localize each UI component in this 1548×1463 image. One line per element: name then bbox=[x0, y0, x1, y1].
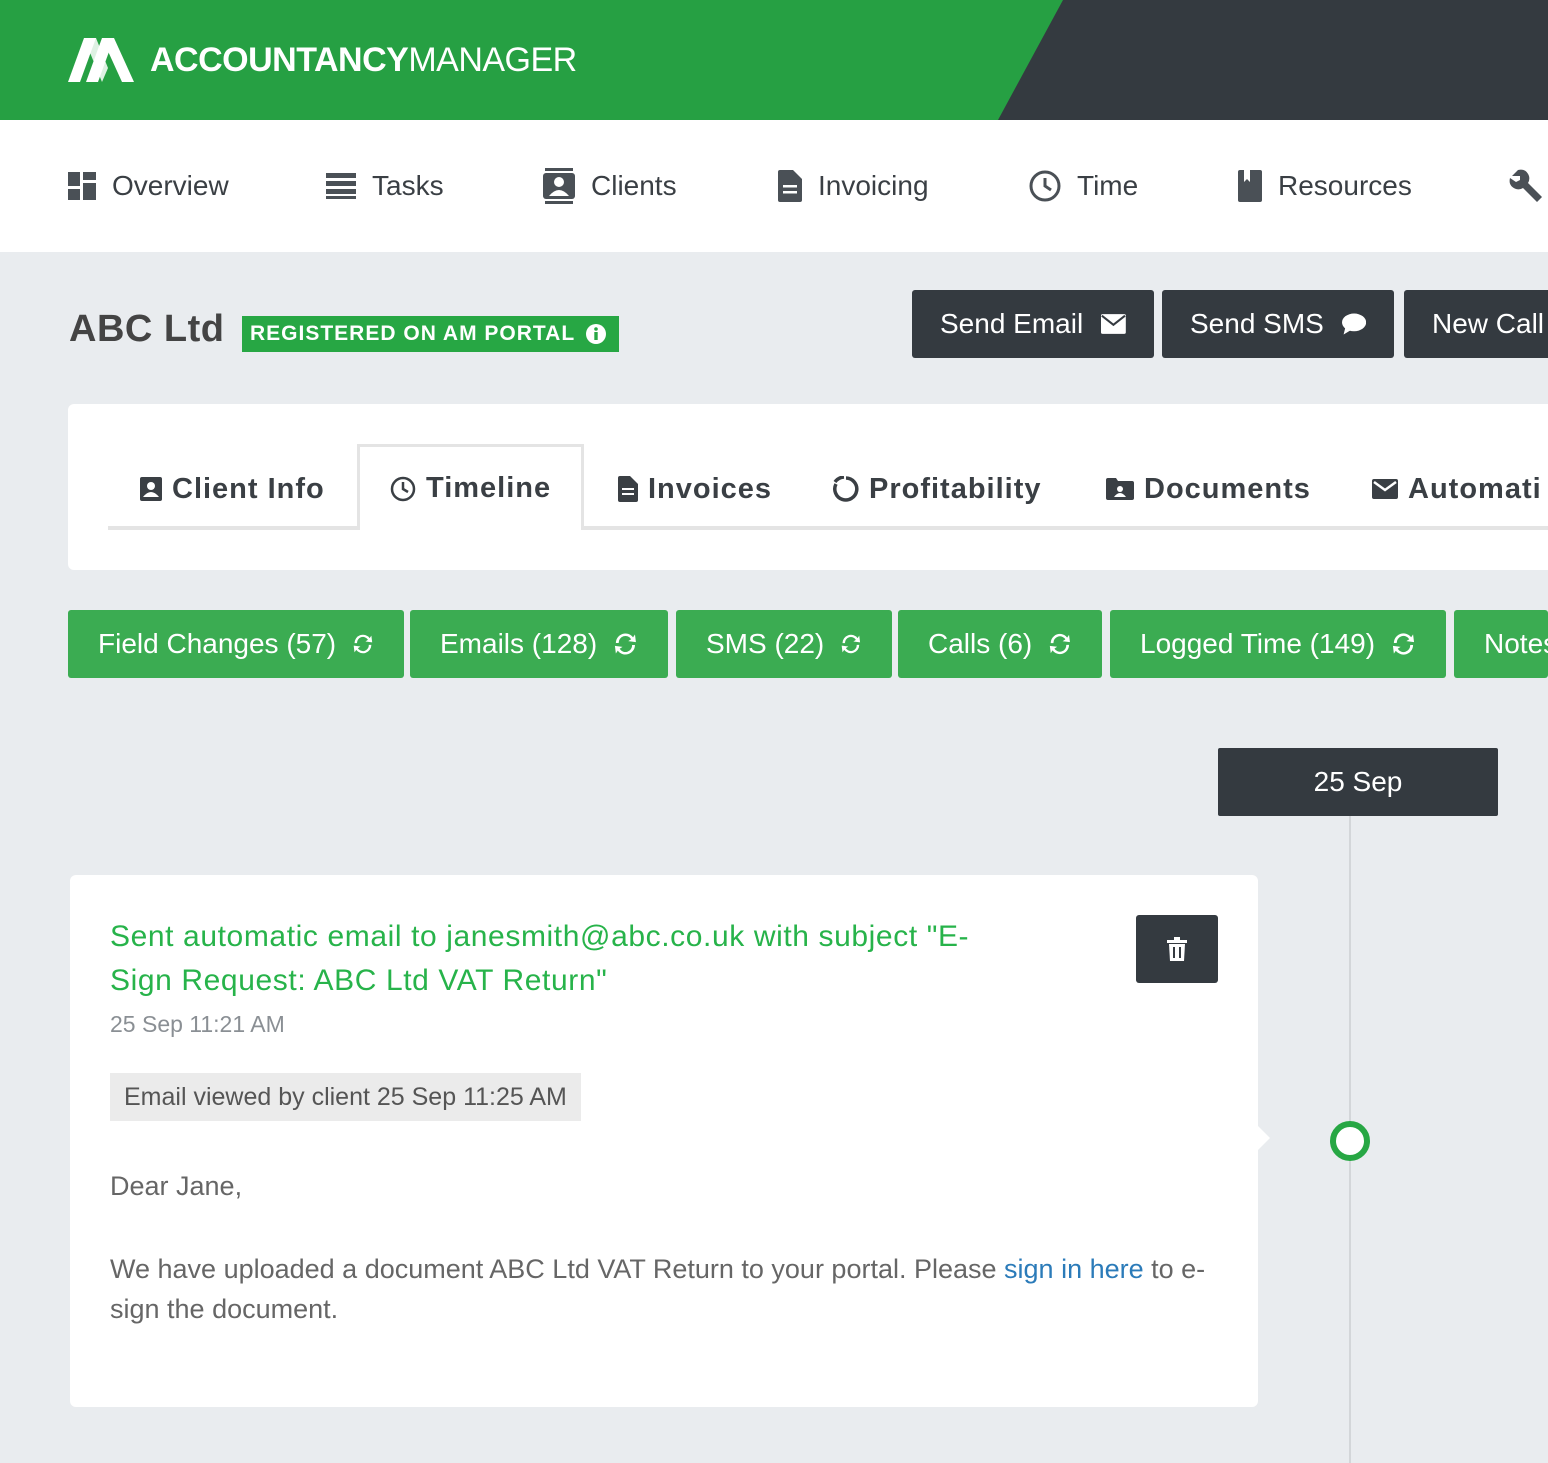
nav-resources[interactable]: Resources bbox=[1238, 120, 1412, 252]
entry-timestamp: 25 Sep 11:21 AM bbox=[110, 1011, 285, 1037]
tab-label: Invoices bbox=[648, 472, 773, 505]
tab-label: Documents bbox=[1144, 472, 1311, 505]
tab-profitability[interactable]: Profitability bbox=[833, 448, 1042, 530]
pie-icon bbox=[833, 476, 859, 502]
timeline-entry-card: Sent automatic email to janesmith@abc.co… bbox=[70, 875, 1258, 1407]
info-icon bbox=[586, 324, 607, 344]
app-logo[interactable]: ACCOUNTANCYMANAGER bbox=[68, 38, 577, 82]
nav-time[interactable]: Time bbox=[1029, 120, 1138, 252]
id-card-icon bbox=[140, 477, 162, 501]
badge-label: REGISTERED ON AM PORTAL bbox=[250, 322, 576, 345]
filter-sms[interactable]: SMS (22) bbox=[676, 610, 892, 678]
clock-icon bbox=[390, 476, 416, 501]
nav-clients[interactable]: Clients bbox=[543, 120, 677, 252]
main-nav: Overview Tasks Clients Invoicing Time Re… bbox=[0, 120, 1548, 252]
nav-overview[interactable]: Overview bbox=[68, 120, 229, 252]
tab-client-info[interactable]: Client Info bbox=[140, 448, 325, 530]
email-body: We have uploaded a document ABC Ltd VAT … bbox=[110, 1249, 1220, 1329]
filter-label: Emails (128) bbox=[440, 628, 598, 659]
send-email-button[interactable]: Send Email bbox=[912, 290, 1154, 358]
portal-status-badge[interactable]: REGISTERED ON AM PORTAL bbox=[242, 316, 620, 352]
email-body-text: We have uploaded a document ABC Ltd VAT … bbox=[110, 1254, 1005, 1284]
list-icon bbox=[326, 173, 356, 199]
filter-logged-time[interactable]: Logged Time (149) bbox=[1110, 610, 1446, 678]
filter-notes[interactable]: Notes bbox=[1454, 610, 1548, 678]
logo-light: MANAGER bbox=[408, 40, 577, 79]
tab-label: Profitability bbox=[869, 472, 1042, 505]
tab-label: Timeline bbox=[426, 472, 552, 504]
client-name: ABC Ltd bbox=[69, 308, 225, 350]
refresh-icon bbox=[1392, 633, 1415, 655]
tab-timeline[interactable]: Timeline bbox=[357, 444, 585, 530]
nav-label: Overview bbox=[112, 170, 229, 201]
tab-automation[interactable]: Automati bbox=[1372, 448, 1542, 530]
nav-label: Invoicing bbox=[818, 170, 929, 201]
nav-label: Resources bbox=[1278, 170, 1412, 201]
am-logo-icon bbox=[68, 38, 134, 82]
logo-text: ACCOUNTANCYMANAGER bbox=[150, 41, 577, 80]
document-icon bbox=[778, 170, 802, 202]
new-call-button[interactable]: New Call bbox=[1404, 290, 1548, 358]
nav-label: Tasks bbox=[372, 170, 444, 201]
tab-label: Client Info bbox=[172, 472, 325, 505]
tab-label: Automati bbox=[1408, 472, 1542, 505]
document-icon bbox=[618, 476, 638, 502]
envelope-icon bbox=[1101, 314, 1126, 334]
nav-tools[interactable] bbox=[1508, 120, 1544, 252]
logo-bold: ACCOUNTANCY bbox=[150, 40, 409, 79]
wrench-icon bbox=[1509, 169, 1542, 202]
email-viewed-status: Email viewed by client 25 Sep 11:25 AM bbox=[110, 1073, 581, 1121]
mail-icon bbox=[1372, 479, 1398, 499]
filter-label: Notes bbox=[1484, 628, 1548, 659]
filter-calls[interactable]: Calls (6) bbox=[898, 610, 1102, 678]
filter-emails[interactable]: Emails (128) bbox=[410, 610, 668, 678]
filter-label: SMS (22) bbox=[706, 628, 825, 659]
filter-label: Field Changes (57) bbox=[98, 628, 337, 659]
send-email-label: Send Email bbox=[940, 308, 1084, 339]
clock-icon bbox=[1029, 170, 1061, 202]
timeline-node bbox=[1330, 1121, 1370, 1161]
send-sms-button[interactable]: Send SMS bbox=[1162, 290, 1394, 358]
speech-bubble-icon bbox=[1341, 313, 1366, 335]
nav-invoicing[interactable]: Invoicing bbox=[778, 120, 929, 252]
top-header: ACCOUNTANCYMANAGER bbox=[0, 0, 1548, 120]
timeline-date-marker: 25 Sep bbox=[1218, 748, 1498, 816]
entry-title: Sent automatic email to janesmith@abc.co… bbox=[110, 920, 970, 997]
email-greeting: Dear Jane, bbox=[110, 1171, 243, 1201]
refresh-icon bbox=[1050, 633, 1071, 655]
nav-tasks[interactable]: Tasks bbox=[326, 120, 444, 252]
filter-field-changes[interactable]: Field Changes (57) bbox=[68, 610, 404, 678]
refresh-icon bbox=[353, 634, 373, 654]
dashboard-icon bbox=[68, 172, 96, 200]
new-call-label: New Call bbox=[1432, 308, 1545, 339]
sign-in-link[interactable]: sign in here bbox=[1004, 1254, 1144, 1284]
book-icon bbox=[1238, 170, 1262, 202]
nav-label: Clients bbox=[591, 170, 677, 201]
trash-icon bbox=[1167, 937, 1187, 961]
refresh-icon bbox=[841, 634, 861, 654]
nav-label: Time bbox=[1077, 170, 1139, 201]
tab-invoices[interactable]: Invoices bbox=[618, 448, 772, 530]
contacts-icon bbox=[543, 168, 575, 204]
delete-entry-button[interactable] bbox=[1136, 915, 1218, 983]
refresh-icon bbox=[615, 633, 637, 655]
filter-label: Logged Time (149) bbox=[1140, 628, 1376, 659]
card-pointer bbox=[1256, 1124, 1270, 1152]
filter-label: Calls (6) bbox=[928, 628, 1033, 659]
send-sms-label: Send SMS bbox=[1190, 308, 1324, 339]
tab-documents[interactable]: Documents bbox=[1106, 448, 1311, 530]
folder-icon bbox=[1106, 478, 1134, 500]
client-tabs-card: Client Info Timeline Invoices Profitabil… bbox=[68, 404, 1548, 570]
